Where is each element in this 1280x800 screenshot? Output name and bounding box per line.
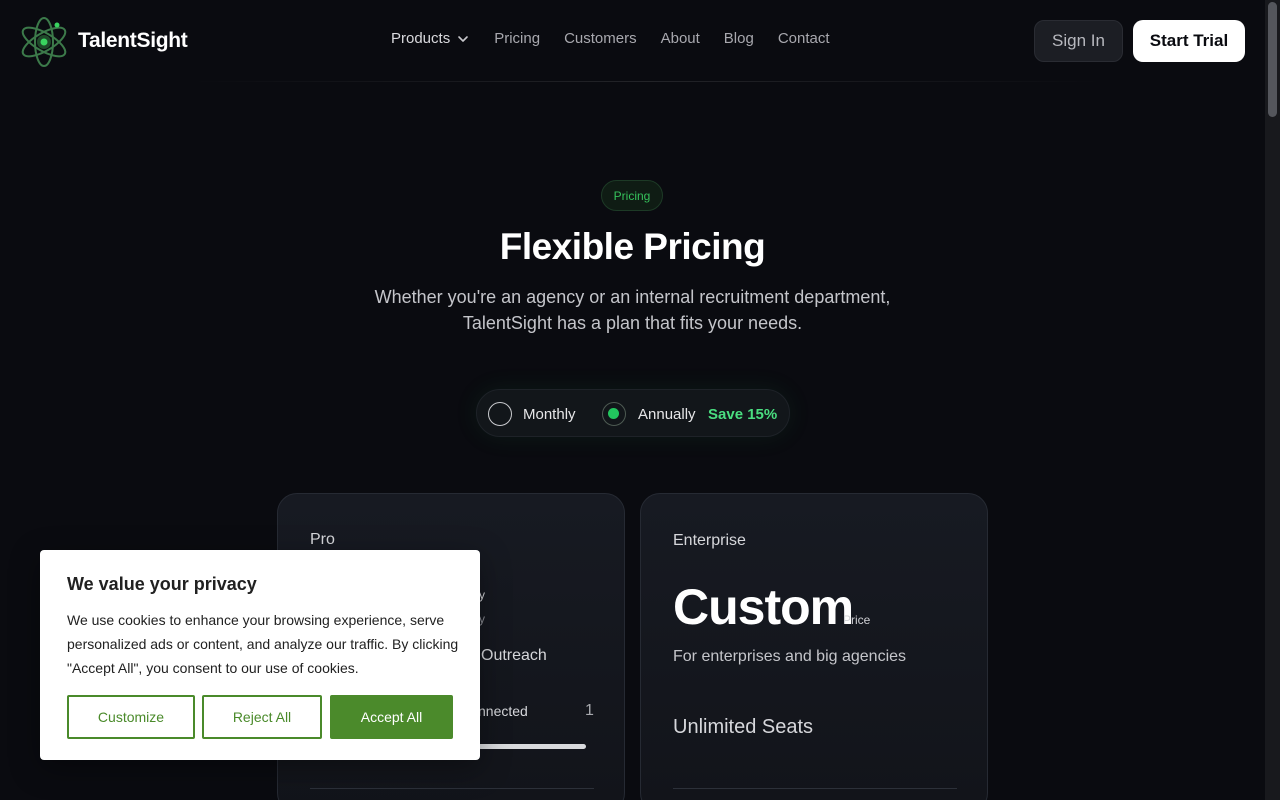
nav-item-contact[interactable]: Contact [778, 30, 830, 47]
page-subtitle: Whether you're an agency or an internal … [340, 284, 925, 336]
plan-name: Enterprise [673, 532, 746, 549]
annually-label[interactable]: Annually [638, 406, 696, 423]
cookie-title: We value your privacy [67, 574, 257, 594]
slider-label: nnected [478, 703, 528, 719]
plan-price-note: Price [843, 613, 871, 627]
nav-item-pricing[interactable]: Pricing [494, 30, 540, 47]
plan-name: Pro [310, 531, 335, 548]
cookie-text: We use cookies to enhance your browsing … [67, 612, 459, 676]
card-divider [673, 788, 957, 789]
header-divider [190, 81, 1105, 82]
card-divider [310, 788, 594, 789]
billing-toggle: Monthly Annually Save 15% [476, 389, 790, 437]
start-trial-button[interactable]: Start Trial [1133, 20, 1245, 62]
plan-price: Custom [673, 579, 854, 635]
subtitle-line: TalentSight has a plan that fits your ne… [462, 313, 803, 333]
page-title: Flexible Pricing [499, 226, 766, 267]
nav-item-blog[interactable]: Blog [724, 30, 754, 47]
chevron-down-icon [458, 35, 469, 42]
slider-value: 1 [585, 702, 594, 719]
brand-name: TalentSight [78, 29, 188, 52]
seats-slider[interactable] [478, 744, 586, 749]
nav-item-products[interactable]: Products [391, 30, 470, 47]
reject-all-button[interactable]: Reject All [202, 695, 322, 739]
plan-seats: Unlimited Seats [673, 716, 814, 738]
page-scrollbar[interactable] [1265, 0, 1280, 800]
nav-item-customers[interactable]: Customers [564, 30, 637, 47]
section-badge: Pricing [601, 180, 663, 211]
customize-button[interactable]: Customize [67, 695, 195, 739]
cookie-consent-banner: We value your privacy We use cookies to … [40, 550, 480, 760]
main-nav: Products Pricing Customers About Blog Co… [391, 30, 830, 47]
nav-item-label: Products [391, 30, 451, 47]
subtitle-line: Whether you're an agency or an internal … [374, 287, 891, 307]
monthly-label[interactable]: Monthly [523, 406, 576, 423]
atom-logo-icon [21, 17, 67, 67]
scrollbar-thumb[interactable] [1268, 2, 1277, 117]
plan-feature: Outreach [481, 647, 547, 664]
plan-description: For enterprises and big agencies [673, 648, 907, 665]
save-badge: Save 15% [708, 406, 778, 423]
annually-radio[interactable] [602, 402, 626, 426]
plan-card-enterprise: Enterprise Custom Price For enterprises … [640, 493, 988, 800]
brand-logo[interactable]: TalentSight [18, 15, 188, 67]
monthly-radio[interactable] [488, 402, 512, 426]
accept-all-button[interactable]: Accept All [330, 695, 453, 739]
site-header: TalentSight Products Pricing Customers A… [0, 0, 1265, 82]
nav-item-about[interactable]: About [661, 30, 700, 47]
sign-in-button[interactable]: Sign In [1034, 20, 1123, 62]
